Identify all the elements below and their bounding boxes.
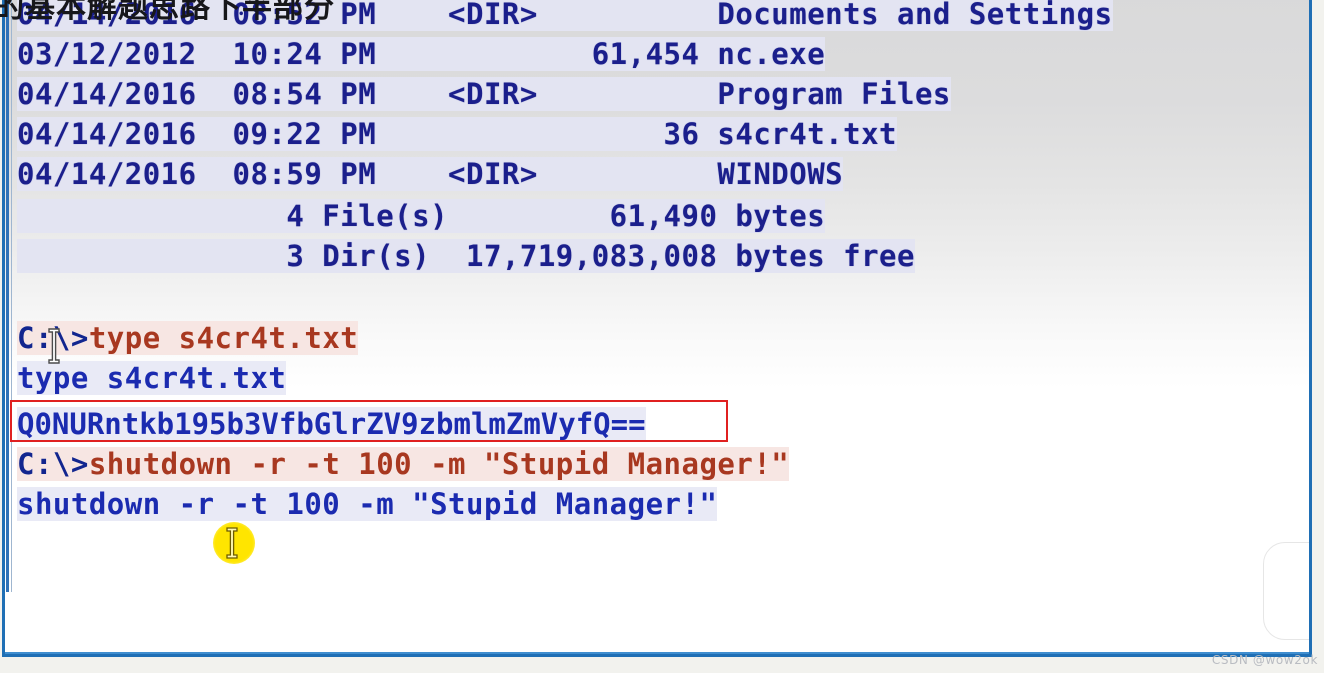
file-content-output: Q0NURntkb195b3VfbGlrZV9zbmlmZmVyfQ==: [17, 404, 646, 444]
echo-line-shutdown-text: shutdown -r -t 100 -m "Stupid Manager!": [17, 487, 718, 521]
dir-listing-row: 04/14/2016 09:22 PM 36 s4cr4t.txt: [17, 114, 898, 154]
csdn-watermark: CSDN @wow2ok: [1211, 653, 1318, 667]
click-highlight-icon: [213, 522, 255, 564]
content-frame: 04/14/2016 08:52 PM <DIR> Documents and …: [2, 0, 1312, 657]
dir-summary-dirs: 3 Dir(s) 17,719,083,008 bytes free: [17, 236, 915, 276]
dir-listing-row: 03/12/2012 10:24 PM 61,454 nc.exe: [17, 34, 826, 74]
dir-listing-row-text: 03/12/2012 10:24 PM 61,454 nc.exe: [17, 37, 826, 71]
dir-listing-row-text: 04/14/2016 08:59 PM <DIR> WINDOWS: [17, 157, 844, 191]
dir-listing-row-text: 04/14/2016 08:54 PM <DIR> Program Files: [17, 77, 951, 111]
decorative-corner-shape: [1263, 542, 1309, 640]
prompt-line-type[interactable]: C:\>type s4cr4t.txt: [17, 318, 359, 358]
dir-listing-row: 04/14/2016 08:54 PM <DIR> Program Files: [17, 74, 951, 114]
dir-listing-row-text: 04/14/2016 09:22 PM 36 s4cr4t.txt: [17, 117, 898, 151]
echo-line-type-text: type s4cr4t.txt: [17, 361, 287, 395]
text-ibeam-cursor-icon: [46, 328, 62, 364]
prompt-command-shutdown: shutdown -r -t 100 -m "Stupid Manager!": [88, 447, 790, 481]
prompt-command-type: type s4cr4t.txt: [88, 321, 359, 355]
prompt-line-shutdown[interactable]: C:\>shutdown -r -t 100 -m "Stupid Manage…: [17, 444, 790, 484]
slide-caption: 的基本解题思路下半部分: [0, 0, 335, 25]
echo-line-shutdown: shutdown -r -t 100 -m "Stupid Manager!": [17, 484, 718, 524]
dir-summary-files: 4 File(s) 61,490 bytes: [17, 196, 826, 236]
console-left-border: [6, 0, 9, 592]
dir-summary-files-text: 4 File(s) 61,490 bytes: [17, 199, 826, 233]
dir-listing-row: 04/14/2016 08:59 PM <DIR> WINDOWS: [17, 154, 844, 194]
command-prompt-screenshot: 04/14/2016 08:52 PM <DIR> Documents and …: [5, 0, 1309, 592]
file-content-output-text: Q0NURntkb195b3VfbGlrZV9zbmlmZmVyfQ==: [17, 407, 646, 441]
dir-summary-dirs-text: 3 Dir(s) 17,719,083,008 bytes free: [17, 239, 915, 273]
prompt-path: C:\>: [17, 447, 89, 481]
console-left-border-inner: [11, 0, 12, 592]
slide-canvas: 04/14/2016 08:52 PM <DIR> Documents and …: [0, 0, 1324, 673]
